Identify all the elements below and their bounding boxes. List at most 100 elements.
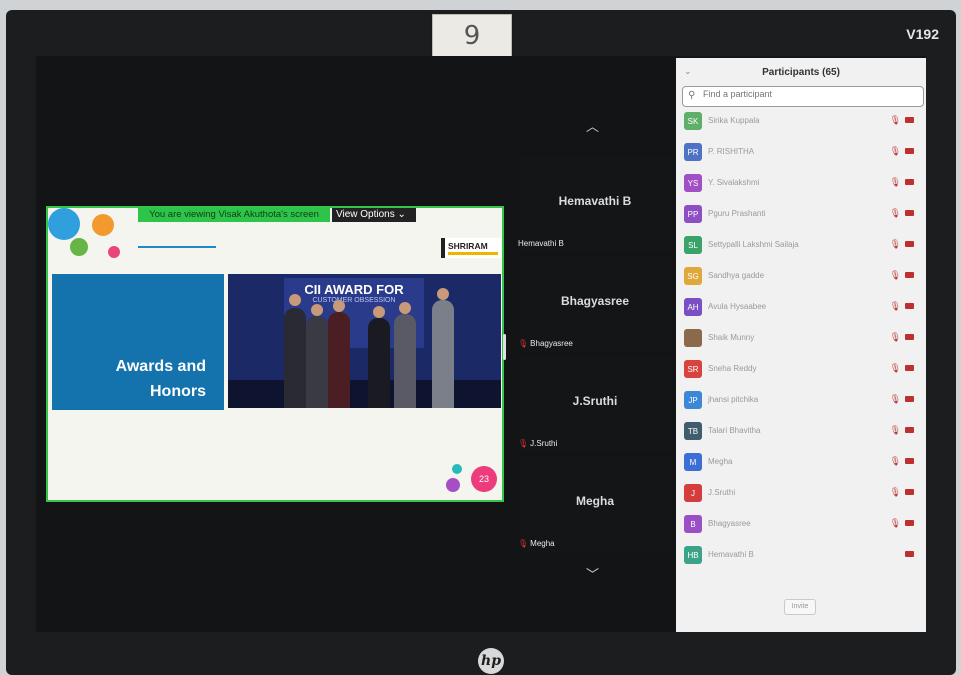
participant-name: Hemavathi B <box>708 550 754 559</box>
muted-mic-icon: 🎙 <box>889 270 905 280</box>
participant-status-icons: 🎙 <box>890 115 914 126</box>
participant-status-icons: 🎙 <box>890 487 914 498</box>
chevron-down-icon[interactable]: ﹀ <box>586 564 599 583</box>
muted-mic-icon: 🎙 <box>889 487 905 497</box>
participant-status-icons <box>905 549 914 559</box>
muted-mic-icon: 🎙 <box>518 339 529 348</box>
muted-mic-icon: 🎙 <box>889 115 905 125</box>
participant-row[interactable]: B Bhagyasree 🎙 <box>676 509 926 540</box>
video-tile-hemavathi[interactable]: Hemavathi B Hemavathi B <box>518 156 672 252</box>
participant-row[interactable]: JP jhansi pitchika 🎙 <box>676 385 926 416</box>
awards-heading-panel: Awards and Honors <box>52 274 224 410</box>
monitor-model-label: V192 <box>906 26 939 42</box>
muted-mic-icon: 🎙 <box>889 425 905 435</box>
participant-search[interactable]: ⚲ <box>682 86 924 107</box>
participant-name: P. RISHITHA <box>708 147 755 156</box>
participant-row[interactable]: YS Y. Sivalakshmi 🎙 <box>676 168 926 199</box>
participant-name: Sneha Reddy <box>708 364 757 373</box>
video-tile-jsruthi[interactable]: J.Sruthi 🎙 J.Sruthi <box>518 356 672 452</box>
participants-panel: ⌄ Participants (65) ⚲ SKSirika Kuppala🎙P… <box>676 58 926 632</box>
video-off-icon <box>905 427 914 433</box>
participant-row[interactable]: SG Sandhya gadde 🎙 <box>676 261 926 292</box>
participant-status-icons: 🎙 <box>890 146 914 157</box>
hp-logo: hp <box>478 648 504 674</box>
search-icon: ⚲ <box>688 90 696 101</box>
video-off-icon <box>905 334 914 340</box>
splitter-handle[interactable] <box>503 334 506 360</box>
tile-name: Megha <box>575 494 614 508</box>
participant-status-icons: 🎙 <box>890 363 914 374</box>
participant-row[interactable]: TB Talari Bhavitha 🎙 <box>676 416 926 447</box>
video-tile-bhagyasree[interactable]: Bhagyasree 🎙 Bhagyasree <box>518 256 672 352</box>
participant-avatar: SL <box>684 236 702 254</box>
video-off-icon <box>905 117 914 123</box>
participant-avatar: PR <box>684 143 702 161</box>
participant-avatar: SG <box>684 267 702 285</box>
muted-mic-icon: 🎙 <box>889 146 905 156</box>
participant-avatar: PP <box>684 205 702 223</box>
participant-name: jhansi pitchika <box>708 395 759 404</box>
participant-name: Avula Hysaabee <box>708 302 767 311</box>
video-off-icon <box>905 179 914 185</box>
muted-mic-icon: 🎙 <box>518 539 529 548</box>
shared-screen-view[interactable]: You are viewing Visak Akuthota's screen … <box>46 206 504 502</box>
view-options-button[interactable]: View Options ⌄ <box>332 208 416 222</box>
video-off-icon <box>905 272 914 278</box>
muted-mic-icon: 🎙 <box>889 208 905 218</box>
participant-status-icons: 🎙 <box>890 239 914 250</box>
participant-status-icons: 🎙 <box>890 177 914 188</box>
participant-status-icons: 🎙 <box>890 332 914 343</box>
participant-status-icons: 🎙 <box>890 518 914 529</box>
muted-mic-icon: 🎙 <box>889 518 905 528</box>
video-off-icon <box>905 396 914 402</box>
muted-mic-icon: 🎙 <box>889 239 905 249</box>
participant-avatar: YS <box>684 174 702 192</box>
participant-row[interactable]: SR Sneha Reddy 🎙 <box>676 354 926 385</box>
participant-avatar: HB <box>684 546 702 564</box>
slide-page-number: 23 <box>471 466 497 492</box>
participant-avatar: J <box>684 484 702 502</box>
participant-name: Pguru Prashanti <box>708 209 766 218</box>
tile-name: J.Sruthi <box>572 394 618 408</box>
search-input[interactable] <box>703 89 903 99</box>
video-off-icon <box>905 365 914 371</box>
participant-name: J.Sruthi <box>708 488 736 497</box>
participant-status-icons: 🎙 <box>890 394 914 405</box>
participant-avatar: AH <box>684 298 702 316</box>
participant-row[interactable]: HB Hemavathi B <box>676 540 926 571</box>
muted-mic-icon: 🎙 <box>518 439 529 448</box>
video-off-icon <box>905 551 914 557</box>
video-off-icon <box>905 489 914 495</box>
muted-mic-icon: 🎙 <box>889 332 905 342</box>
tile-label: 🎙 J.Sruthi <box>518 439 558 448</box>
participant-name: Shaik Munny <box>708 333 755 342</box>
participant-row[interactable]: SK Sirika Kuppala 🎙 <box>676 106 926 137</box>
participant-avatar: B <box>684 515 702 533</box>
participant-status-icons: 🎙 <box>890 425 914 436</box>
participant-status-icons: 🎙 <box>890 270 914 281</box>
participant-row[interactable]: M Megha 🎙 <box>676 447 926 478</box>
participant-name: Sandhya gadde <box>708 271 765 280</box>
participant-row[interactable]: Shaik Munny 🎙 <box>676 323 926 354</box>
tile-name: Bhagyasree <box>560 294 630 308</box>
invite-button[interactable]: Invite <box>784 599 816 615</box>
participant-row[interactable]: PP Pguru Prashanti 🎙 <box>676 199 926 230</box>
participant-status-icons: 🎙 <box>890 208 914 219</box>
tile-name: Hemavathi B <box>558 194 632 208</box>
participant-row[interactable]: PR P. RISHITHA 🎙 <box>676 137 926 168</box>
participant-row[interactable]: J J.Sruthi 🎙 <box>676 478 926 509</box>
tile-label: Hemavathi B <box>518 239 564 248</box>
awards-heading-line1: Awards and <box>115 358 206 375</box>
video-off-icon <box>905 520 914 526</box>
meeting-screen: You are viewing Visak Akuthota's screen … <box>36 56 926 632</box>
participant-avatar <box>684 329 702 347</box>
participant-row[interactable]: AH Avula Hysaabee 🎙 <box>676 292 926 323</box>
participant-row[interactable]: SL Settypalli Lakshmi Sailaja 🎙 <box>676 230 926 261</box>
video-tile-megha[interactable]: Megha 🎙 Megha <box>518 456 672 552</box>
video-off-icon <box>905 148 914 154</box>
chevron-up-icon[interactable]: ︿ <box>586 116 599 135</box>
participant-name: Bhagyasree <box>708 519 751 528</box>
sticker-text: 9 <box>463 21 481 51</box>
tile-label: 🎙 Megha <box>518 539 555 548</box>
video-off-icon <box>905 303 914 309</box>
